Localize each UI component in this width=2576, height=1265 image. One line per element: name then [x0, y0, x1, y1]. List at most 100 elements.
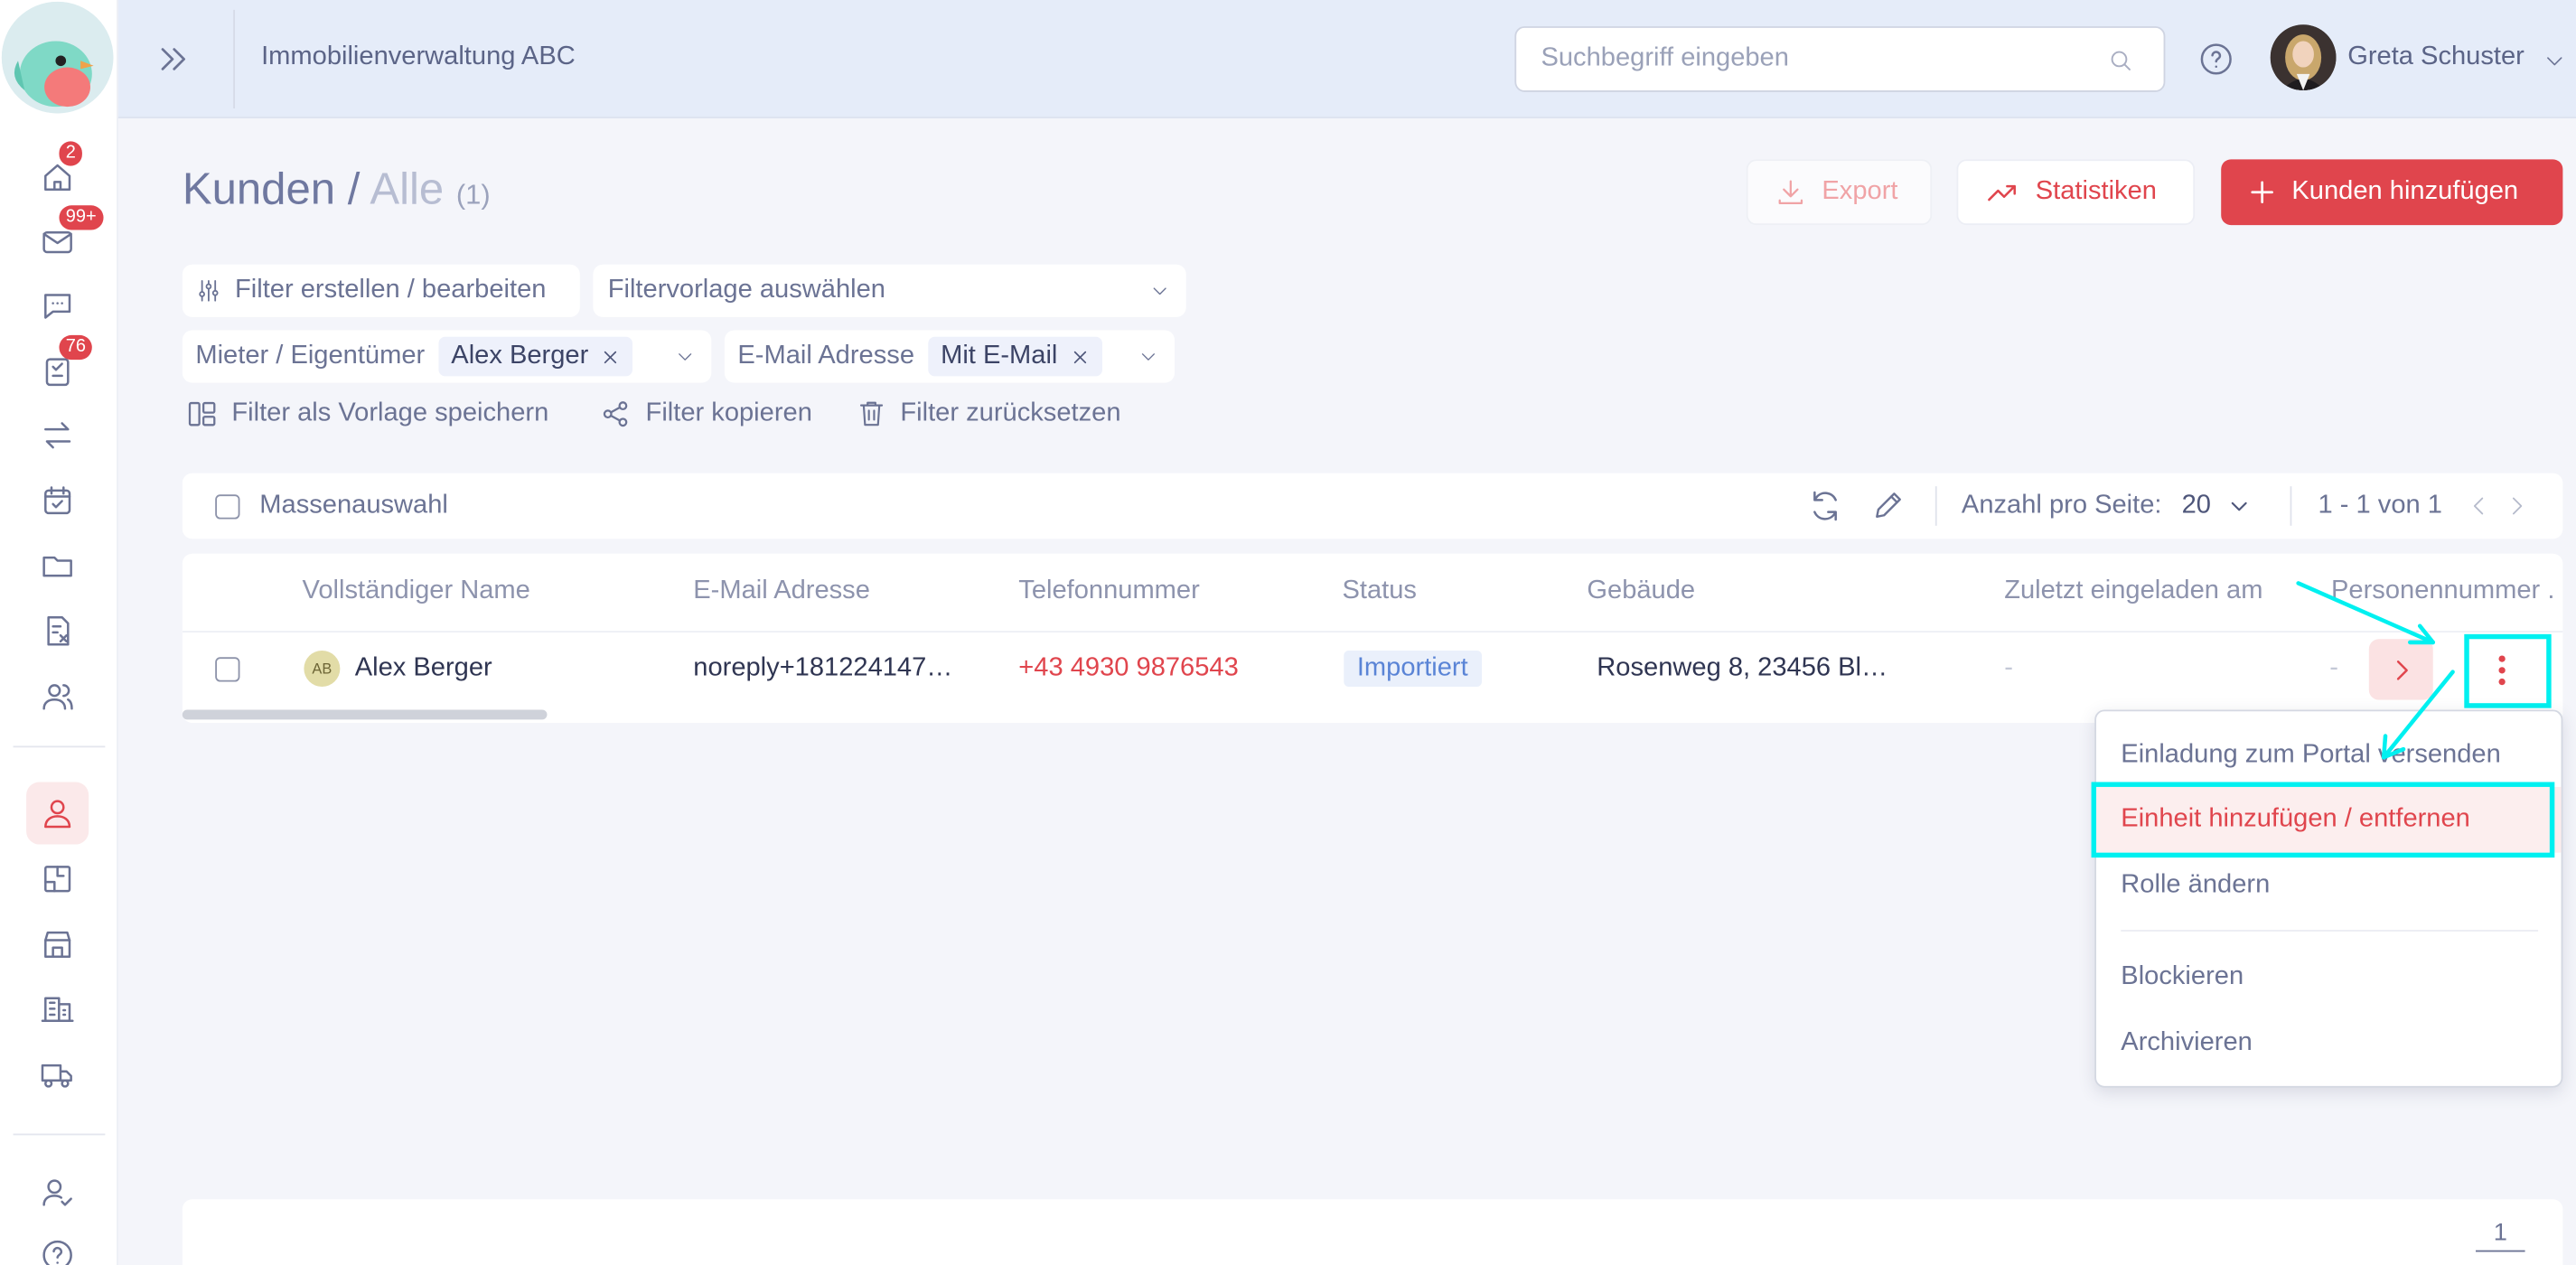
row-person-number: -	[2329, 653, 2338, 682]
email-filter-chip: Mit E-Mail	[927, 336, 1102, 377]
refresh-button[interactable]	[1807, 488, 1843, 524]
edit-filter-button[interactable]: Filter erstellen / bearbeiten	[182, 264, 580, 317]
header-divider	[233, 9, 236, 109]
sidebar-item-help[interactable]	[26, 1224, 89, 1265]
tenant-filter[interactable]: Mieter / Eigentümer Alex Berger	[182, 330, 712, 383]
copy-filter-link[interactable]: Filter kopieren	[600, 398, 812, 430]
bird-logo-icon[interactable]	[1, 1, 114, 114]
open-customer-button[interactable]	[2368, 639, 2433, 700]
more-vertical-icon	[2498, 654, 2506, 685]
row-building: Rosenweg 8, 23456 Bl…	[1597, 653, 1888, 682]
next-page-button[interactable]	[2504, 492, 2530, 519]
expand-sidebar-button[interactable]	[155, 40, 194, 80]
sidebar-item-transfer[interactable]	[26, 404, 89, 466]
close-icon[interactable]	[602, 348, 620, 366]
export-button[interactable]: Export	[1746, 159, 1933, 226]
sidebar-item-mail[interactable]: 99+	[26, 205, 103, 273]
sidebar-item-properties[interactable]	[26, 914, 89, 976]
global-search	[1514, 26, 2166, 92]
users-icon	[42, 684, 73, 710]
top-header: Immobilienverwaltung ABC Greta Schuster	[117, 0, 2576, 118]
reset-filter-link[interactable]: Filter zurücksetzen	[856, 398, 1120, 429]
user-check-icon	[42, 1179, 72, 1206]
sidebar-item-user-check[interactable]	[26, 1161, 89, 1223]
edit-columns-button[interactable]	[1871, 488, 1906, 522]
double-chevron-right-icon	[161, 48, 186, 70]
per-page-value: 20	[2181, 491, 2211, 520]
pagination-range: 1 - 1 von 1	[2318, 491, 2442, 520]
per-page-select[interactable]: 20	[2182, 492, 2251, 521]
building-icon	[41, 997, 74, 1022]
close-icon[interactable]	[1071, 348, 1089, 366]
column-header-person-number[interactable]: Personennummer .	[2331, 576, 2554, 606]
email-filter[interactable]: E-Mail Adresse Mit E-Mail	[724, 330, 1176, 383]
menu-item-change-role[interactable]: Rolle ändern	[2096, 853, 2562, 919]
column-header-phone[interactable]: Telefonnummer	[1018, 576, 1200, 606]
toolbar-divider	[2290, 486, 2292, 526]
sidebar-divider	[13, 1133, 106, 1136]
sidebar-item-buildings[interactable]	[26, 978, 89, 1040]
trending-up-icon	[1988, 184, 2016, 201]
menu-item-send-invite[interactable]: Einladung zum Portal versenden	[2096, 723, 2562, 789]
sidebar-item-tasks[interactable]: 76	[26, 334, 93, 402]
sidebar-item-units[interactable]	[26, 848, 89, 910]
layout-icon	[188, 401, 216, 426]
search-icon[interactable]	[2108, 48, 2134, 74]
search-input[interactable]	[1541, 44, 2084, 74]
chevron-down-icon	[1153, 287, 1166, 295]
row-more-button[interactable]	[2469, 639, 2535, 699]
row-checkbox[interactable]	[215, 657, 240, 682]
menu-item-block[interactable]: Blockieren	[2096, 944, 2562, 1010]
save-filter-template-label: Filter als Vorlage speichern	[231, 398, 549, 427]
sidebar-item-chat[interactable]	[26, 275, 89, 337]
row-name[interactable]: Alex Berger	[355, 654, 492, 684]
row-phone[interactable]: +43 4930 9876543	[1018, 654, 1238, 684]
refresh-icon	[1813, 491, 1837, 521]
help-button[interactable]	[2198, 41, 2234, 77]
row-last-invited: -	[2004, 653, 2013, 682]
trash-icon	[859, 401, 884, 426]
chevron-right-icon	[2395, 660, 2407, 679]
save-filter-template-link[interactable]: Filter als Vorlage speichern	[185, 398, 548, 430]
column-header-email[interactable]: E-Mail Adresse	[693, 576, 870, 606]
column-header-status[interactable]: Status	[1342, 576, 1416, 606]
user-avatar[interactable]	[2270, 24, 2337, 91]
menu-item-add-remove-unit[interactable]: Einheit hinzufügen / entfernen	[2096, 786, 2562, 853]
prev-page-button[interactable]	[2466, 492, 2492, 519]
sidebar-item-suppliers[interactable]	[26, 1044, 89, 1106]
tenant-filter-label: Mieter / Eigentümer	[195, 342, 426, 370]
share-icon	[603, 401, 628, 427]
sidebar-item-invoices[interactable]	[26, 600, 89, 662]
home-badge: 2	[59, 141, 83, 166]
row-avatar: AB	[304, 651, 341, 688]
menu-item-archive[interactable]: Archivieren	[2096, 1010, 2562, 1076]
sliders-icon	[199, 280, 219, 302]
add-customer-button[interactable]: Kunden hinzufügen	[2221, 159, 2563, 226]
user-name[interactable]: Greta Schuster	[2347, 42, 2524, 72]
sidebar-divider	[13, 745, 106, 748]
sidebar-item-folder[interactable]	[26, 534, 89, 596]
page-number[interactable]: 1	[2476, 1219, 2525, 1252]
sidebar-item-home[interactable]: 2	[26, 141, 89, 209]
calendar-icon	[44, 486, 71, 515]
sidebar-item-users[interactable]	[26, 665, 89, 727]
horizontal-scrollbar[interactable]	[182, 709, 548, 720]
export-label: Export	[1822, 177, 1898, 206]
column-header-building[interactable]: Gebäude	[1587, 576, 1695, 606]
help-circle-icon	[2200, 43, 2232, 75]
menu-divider	[2121, 930, 2539, 932]
filter-template-select[interactable]: Filtervorlage auswählen	[593, 264, 1186, 317]
sidebar-item-customers[interactable]	[26, 782, 89, 845]
user-menu-toggle[interactable]	[2543, 50, 2566, 72]
truck-icon	[41, 1064, 72, 1088]
bulk-select-checkbox[interactable]	[215, 494, 240, 520]
header-divider	[182, 631, 2563, 633]
person-icon	[44, 800, 71, 829]
email-filter-label: E-Mail Adresse	[737, 342, 914, 370]
column-header-last-invited[interactable]: Zuletzt eingeladen am	[2004, 576, 2262, 606]
column-header-name[interactable]: Vollständiger Name	[303, 576, 530, 606]
toolbar-divider	[1934, 486, 1937, 526]
statistics-button[interactable]: Statistiken	[1956, 159, 2196, 226]
statistics-label: Statistiken	[2035, 177, 2157, 206]
sidebar-item-calendar[interactable]	[26, 470, 89, 532]
